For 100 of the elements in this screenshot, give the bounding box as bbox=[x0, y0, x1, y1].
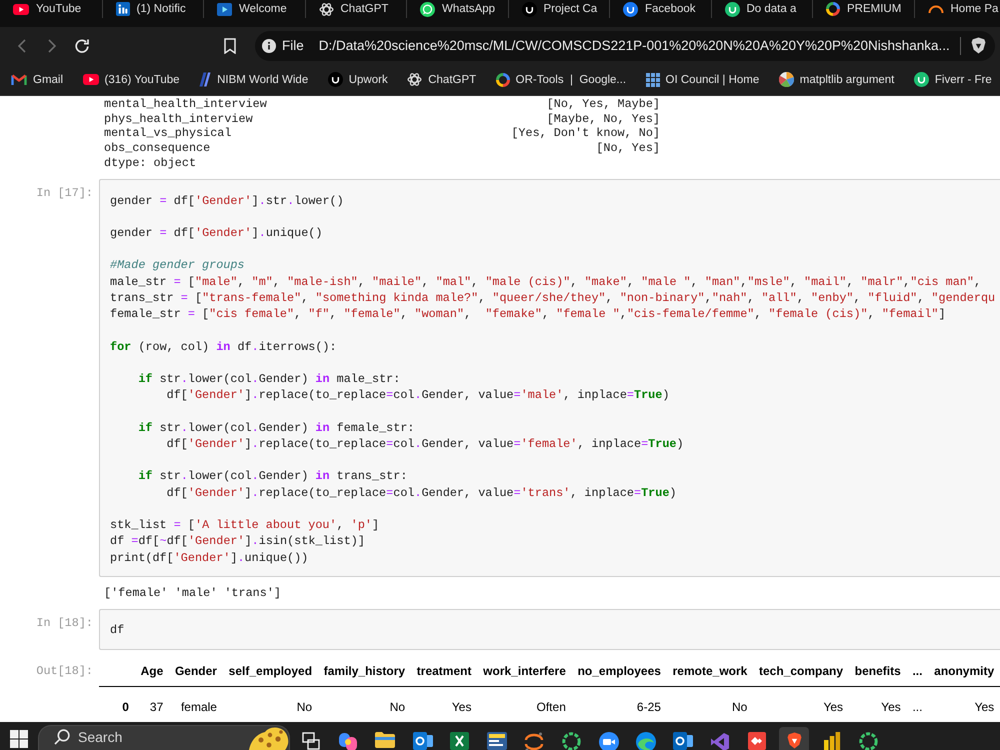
browser-tab[interactable]: PREMIUM bbox=[812, 0, 914, 18]
browser-tab[interactable]: Home Pa bbox=[914, 0, 1000, 18]
cross-tile-icon bbox=[450, 732, 470, 750]
squares-logo-icon bbox=[10, 730, 28, 748]
bookmark-link[interactable]: OR-Tools | Google... bbox=[488, 68, 634, 92]
input-prompt: In [18]: bbox=[36, 616, 93, 630]
output-prompt: Out[18]: bbox=[36, 664, 93, 678]
series-value: [No, Yes, Maybe] bbox=[546, 97, 660, 112]
stacked-windows-icon bbox=[302, 732, 320, 750]
bookmark-link[interactable]: Gmail bbox=[4, 68, 70, 92]
bookmark-link[interactable]: OI Council | Home bbox=[638, 68, 766, 92]
table-cell: female bbox=[169, 686, 223, 720]
envelope-icon bbox=[11, 74, 27, 85]
chat-bubble-icon bbox=[420, 2, 435, 16]
orbit-icon bbox=[524, 732, 544, 750]
code-line: if str.lower(col.Gender) in male_str: bbox=[137, 371, 400, 388]
bookmark-icon bbox=[224, 38, 236, 54]
output-text: ['female' 'male' 'trans'] bbox=[104, 584, 281, 601]
code-editor[interactable]: df bbox=[99, 608, 1000, 650]
table-cell: Yes bbox=[848, 686, 907, 720]
arc-icon bbox=[928, 4, 944, 14]
shield-icon bbox=[971, 37, 986, 54]
code-line: print(df['Gender'].unique()) bbox=[110, 550, 308, 566]
browser-tab[interactable]: YouTube bbox=[0, 0, 102, 18]
taskbar-app-button[interactable] bbox=[779, 727, 810, 750]
code-line: gender = df['Gender'].str.lower() bbox=[110, 192, 344, 209]
grid-icon bbox=[646, 72, 660, 86]
code-line: df['Gender'].replace(to_replace=col.Gender, value='male', inplace=True) bbox=[166, 387, 670, 404]
column-header: work_interfere bbox=[477, 656, 572, 687]
browser-tab[interactable]: ChatGPT bbox=[304, 0, 406, 18]
wave-logo-icon bbox=[636, 732, 656, 750]
browser-tab[interactable]: (1) Notific bbox=[102, 0, 203, 18]
address-field[interactable]: File D:/Data%20science%20msc/ML/CW/COMSCDS221P-001%20%20N%20A%20Y%20P%20Nishshanka... bbox=[255, 30, 995, 60]
square-logo-icon bbox=[116, 2, 130, 16]
code-line: if str.lower(col.Gender) in female_str: bbox=[137, 420, 414, 436]
browser-tab[interactable]: Welcome bbox=[203, 0, 304, 18]
column-header: benefits bbox=[848, 656, 907, 687]
bookmark-link[interactable]: (316) YouTube bbox=[76, 68, 187, 92]
dashed-ring-icon bbox=[859, 732, 878, 750]
browser-tab[interactable]: Do data a bbox=[710, 0, 812, 18]
scheme-label: File bbox=[282, 38, 304, 53]
column-header: remote_work bbox=[666, 656, 754, 687]
dashed-ring-icon bbox=[562, 732, 581, 750]
browser-tab[interactable]: Facebook bbox=[609, 0, 710, 18]
column-header: tech_company bbox=[753, 656, 849, 687]
url-text: D:/Data%20science%20msc/ML/CW/COMSCDS221P-001%20%20N%20A%20Y%20P%20Nishshanka... bbox=[318, 38, 951, 53]
table-cell: Yes bbox=[753, 686, 849, 720]
video-camera-icon bbox=[598, 732, 618, 750]
circle-logo-icon bbox=[522, 2, 536, 16]
column-header: self_employed bbox=[222, 656, 318, 687]
code-editor[interactable] bbox=[99, 178, 1000, 577]
bookmark-link[interactable]: matpltlib argument bbox=[772, 68, 902, 92]
ring-icon bbox=[496, 72, 510, 86]
table-cell: Yes bbox=[928, 686, 1000, 720]
browser-tab[interactable]: Project Ca bbox=[508, 0, 609, 18]
bookmark-link[interactable]: ChatGPT bbox=[400, 68, 484, 92]
folder-icon bbox=[375, 732, 396, 748]
column-header: ... bbox=[906, 656, 928, 687]
bookmark-link[interactable]: NIBM World Wide bbox=[192, 68, 316, 92]
code-line: df bbox=[110, 622, 124, 638]
series-label: obs_consequence bbox=[104, 141, 210, 156]
code-line: male_str = ["male", "m", "male-ish", "maile", "mal", "male (cis)", "make", "male ", "man","msle", "mail", "malr","cis man", bbox=[110, 274, 982, 290]
play-tile-icon bbox=[217, 2, 232, 16]
column-header: Gender bbox=[169, 656, 223, 687]
play-icon bbox=[13, 4, 29, 14]
series-value: [Maybe, No, Yes] bbox=[546, 112, 660, 126]
column-header: no_employees bbox=[572, 656, 667, 687]
code-line: trans_str = ["trans-female", "something kinda male?", "queer/she/they", "non-binary","nah", "all", "enby", "fluid", "genderqu bbox=[110, 290, 996, 306]
table-cell: No bbox=[318, 686, 411, 720]
bar-chart-icon bbox=[822, 732, 841, 750]
table-cell: Yes bbox=[410, 686, 478, 720]
series-value: [No, Yes] bbox=[596, 141, 660, 156]
column-header: treatment bbox=[410, 656, 478, 687]
atom-icon bbox=[318, 2, 334, 16]
code-line: gender = df['Gender'].unique() bbox=[110, 224, 322, 242]
series-label: mental_vs_physical bbox=[104, 126, 232, 142]
bookmark-link[interactable]: Fiverr - Fre bbox=[906, 68, 999, 92]
table-cell: No bbox=[666, 686, 754, 720]
table-cell: 6-25 bbox=[572, 686, 667, 720]
shield-icon bbox=[786, 732, 802, 749]
forward-icon bbox=[48, 38, 56, 52]
search-icon bbox=[54, 729, 70, 745]
dtype-label: dtype: object bbox=[104, 156, 196, 171]
row-index: 0 bbox=[99, 686, 135, 720]
info-icon bbox=[262, 38, 276, 52]
code-line: #Made gender groups bbox=[110, 257, 245, 274]
diamond-tile-icon bbox=[748, 732, 766, 750]
disc-icon bbox=[778, 72, 794, 87]
series-label: phys_health_interview bbox=[104, 112, 253, 126]
bookmark-link[interactable]: Upwork bbox=[320, 68, 395, 92]
ribbon-logo-icon bbox=[710, 732, 730, 750]
circle-logo-icon bbox=[724, 2, 740, 16]
browser-tab[interactable]: WhatsApp bbox=[406, 0, 508, 18]
code-line: if str.lower(col.Gender) in trans_str: bbox=[137, 468, 408, 485]
column-header: family_history bbox=[318, 656, 411, 687]
table-cell: ... bbox=[906, 686, 928, 720]
code-line: for (row, col) in df.iterrows(): bbox=[110, 338, 337, 355]
code-line: female_str = ["cis female", "f", "female", "woman", "femake", "female ","cis-female/femme", "female (cis)", "femail"] bbox=[110, 306, 946, 322]
window-app-icon bbox=[486, 732, 507, 750]
ring-icon bbox=[826, 2, 840, 16]
